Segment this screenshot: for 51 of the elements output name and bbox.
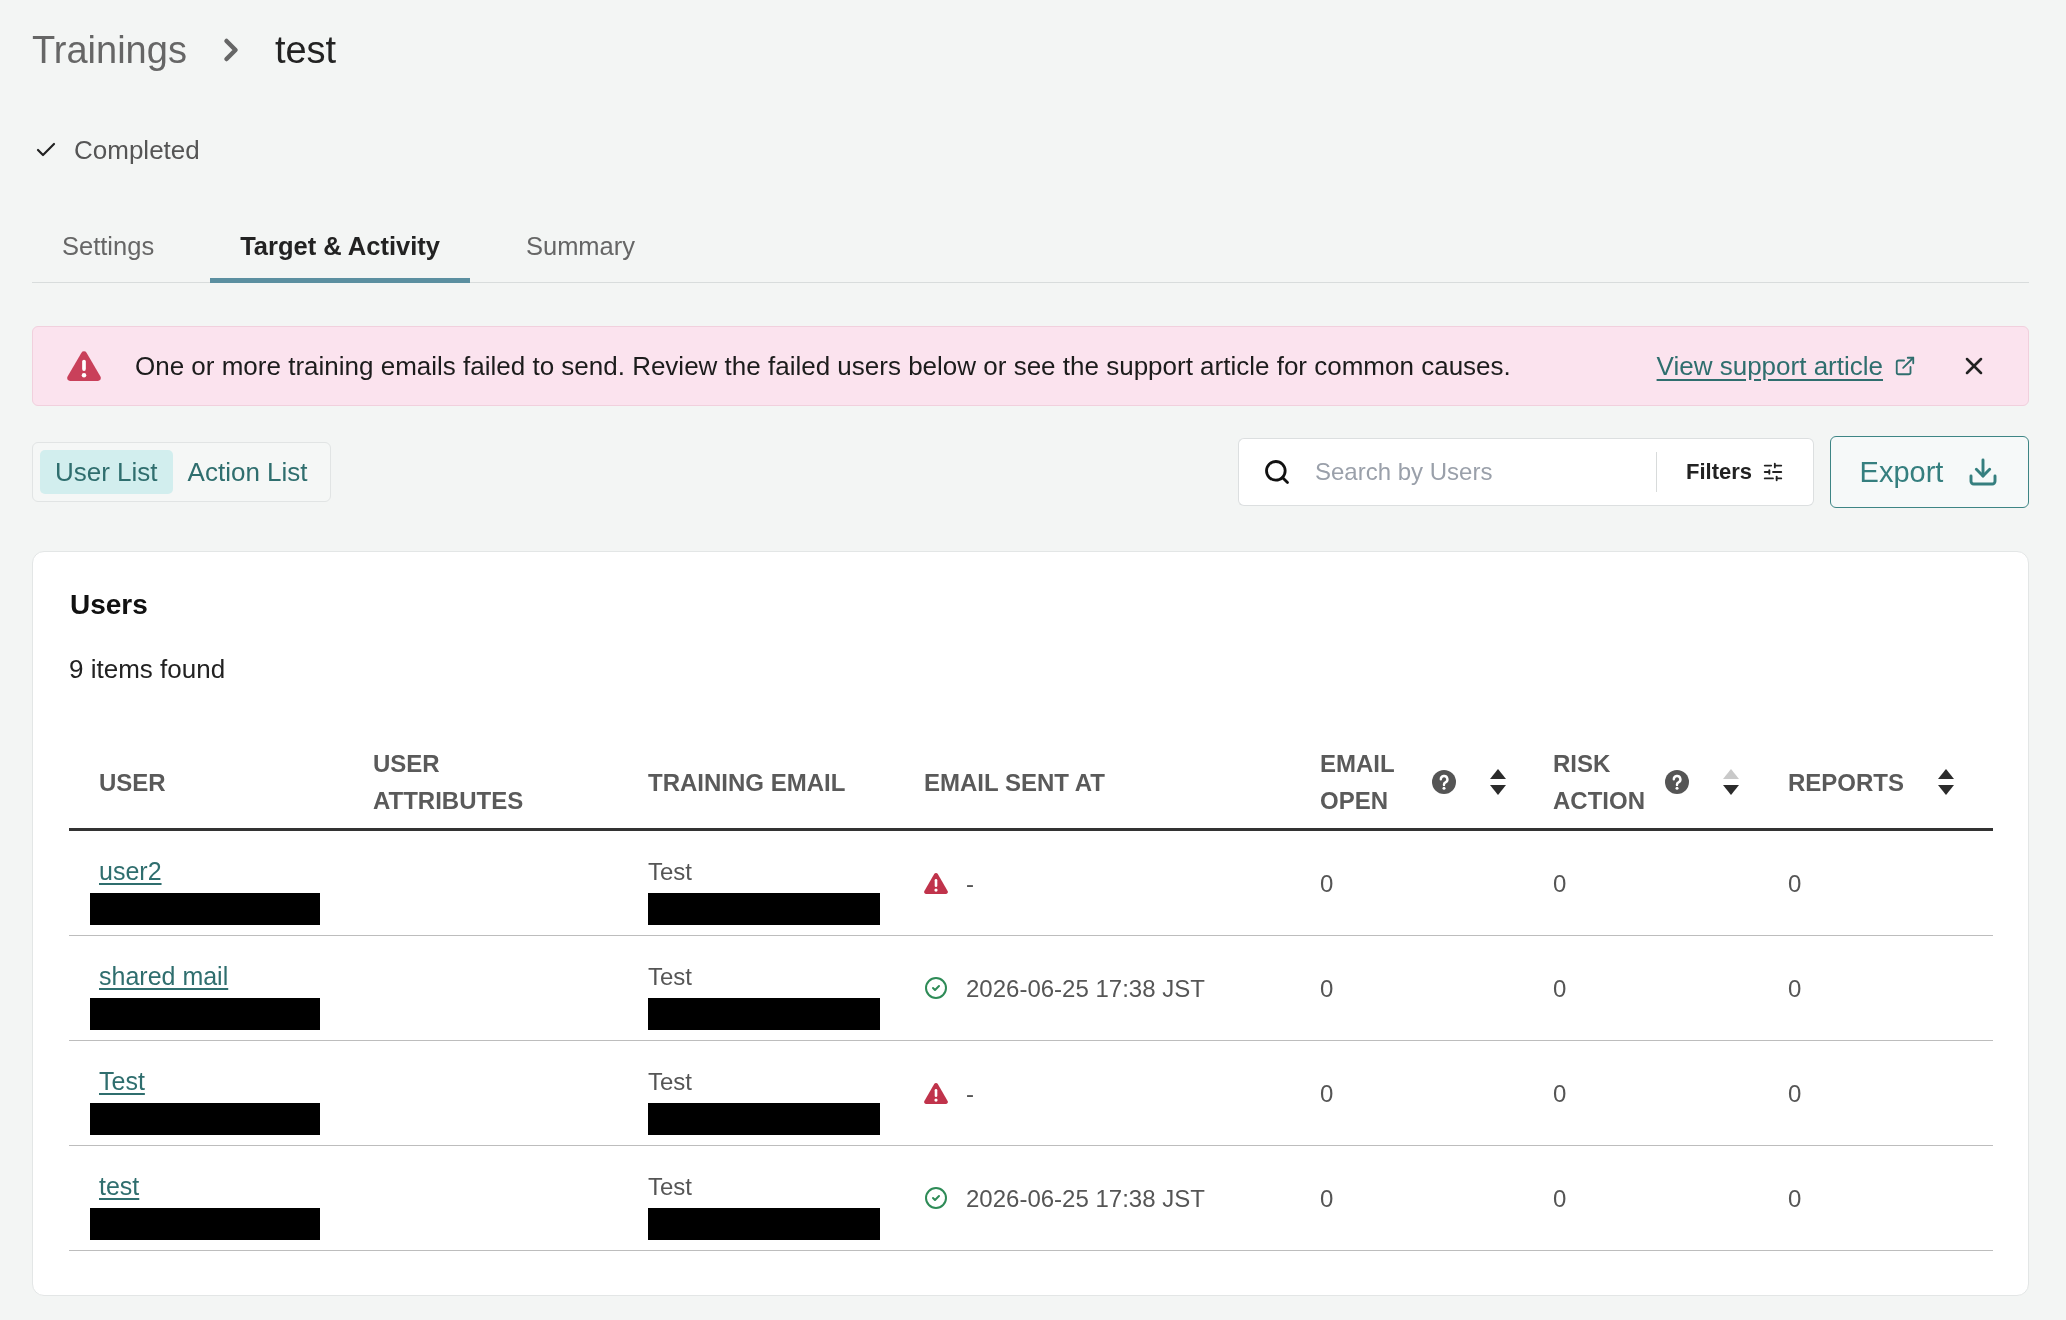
tab[interactable]: Target & Activity <box>210 215 470 283</box>
table-cell: 0 <box>1788 1078 1802 1108</box>
column-header: REPORTS <box>1788 767 1904 798</box>
view-option[interactable]: User List <box>40 450 173 494</box>
tab[interactable]: Settings <box>32 215 185 283</box>
table-cell: 0 <box>1788 973 1802 1003</box>
table-cell: 0 <box>1553 868 1567 898</box>
table-cell: 0 <box>1320 973 1334 1003</box>
external-link-icon <box>1894 355 1916 377</box>
user-link[interactable]: shared mail <box>99 962 229 991</box>
table-cell: 0 <box>1553 1183 1567 1213</box>
user-link[interactable]: user2 <box>99 857 162 886</box>
table-cell: 0 <box>1320 1183 1334 1213</box>
breadcrumb-link[interactable]: Trainings <box>32 27 187 73</box>
tab[interactable]: Summary <box>495 215 666 283</box>
table-cell: 0 <box>1320 868 1334 898</box>
table-cell: 2026-06-25 17:38 JST <box>966 1183 1205 1213</box>
sort-icon[interactable] <box>1938 769 1954 795</box>
column-header: USER ATTRIBUTES <box>373 749 525 816</box>
status-label: Completed <box>74 134 200 166</box>
user-link[interactable]: Test <box>99 1067 145 1096</box>
sort-icon[interactable] <box>1490 769 1506 795</box>
column-header: EMAIL SENT AT <box>924 767 1105 798</box>
column-header: USER <box>99 767 166 798</box>
table-cell: Test <box>648 1172 692 1201</box>
column-header: EMAIL OPEN <box>1320 749 1396 816</box>
support-link[interactable]: View support article <box>1656 350 1916 382</box>
table-cell: Test <box>648 1067 692 1096</box>
table-cell: 0 <box>1320 1078 1334 1108</box>
export-button[interactable]: Export <box>1830 436 2029 508</box>
alert-message: One or more training emails failed to send. Review the failed users below or see the support article for common causes. <box>135 351 1512 381</box>
help-icon[interactable] <box>1432 770 1456 794</box>
card-title: Users <box>69 588 149 622</box>
table-cell: - <box>966 1078 974 1108</box>
table-cell: 0 <box>1788 868 1802 898</box>
table-cell: Test <box>648 962 692 991</box>
user-link[interactable]: test <box>99 1172 140 1201</box>
help-icon[interactable] <box>1665 770 1689 794</box>
page-title: test <box>274 28 337 73</box>
table-cell: 2026-06-25 17:38 JST <box>966 973 1205 1003</box>
column-header: RISK ACTION <box>1553 749 1646 816</box>
warning-icon <box>67 351 101 381</box>
view-option[interactable]: Action List <box>172 450 323 494</box>
table-cell: Test <box>648 857 692 886</box>
result-count: 9 items found <box>69 654 227 684</box>
table-cell: 0 <box>1788 1183 1802 1213</box>
sort-icon[interactable] <box>1723 769 1739 795</box>
column-header: TRAINING EMAIL <box>648 767 846 798</box>
table-cell: - <box>966 868 974 898</box>
table-cell: 0 <box>1553 973 1567 1003</box>
table-cell: 0 <box>1553 1078 1567 1108</box>
